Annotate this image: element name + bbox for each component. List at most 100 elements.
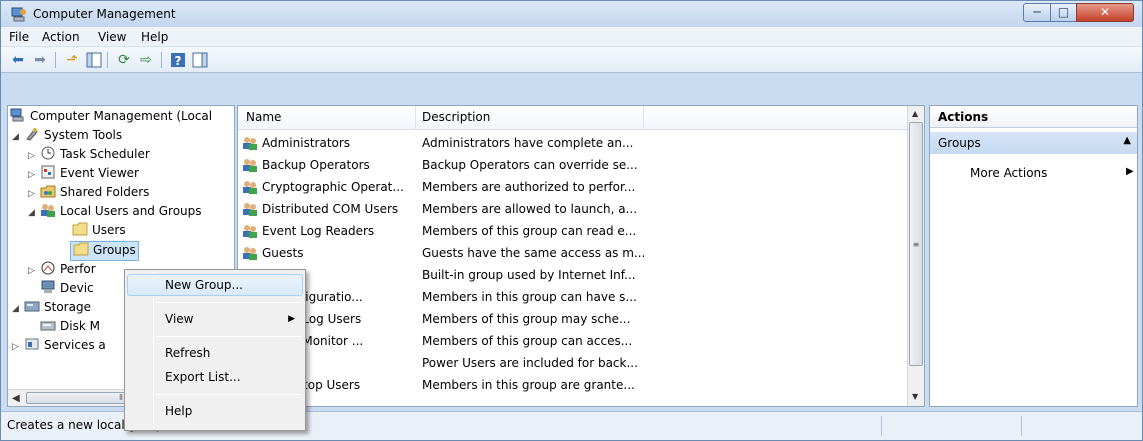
toolbar: ⬅ ➡ ⬏ ⟳ ⇨ ? (1, 47, 1142, 73)
device-manager-icon (41, 280, 55, 293)
maximize-icon: □ (1057, 5, 1070, 19)
services-icon (25, 338, 39, 350)
tree-item-performance[interactable]: ▷ Perfor (28, 261, 96, 281)
tree-item-shared-folders[interactable]: ▷ Shared Folders (28, 184, 149, 204)
group-icon (243, 225, 257, 238)
expand-arrow-icon[interactable]: ▷ (28, 186, 40, 202)
actions-section-label: Groups (938, 136, 981, 150)
toolbar-separator (107, 52, 108, 68)
shared-folders-icon (40, 185, 56, 198)
table-row[interactable]: RSBuilt-in group used by Internet Inf... (238, 265, 908, 285)
tree-item-system-tools[interactable]: ◢ System Tools (12, 127, 122, 147)
table-row[interactable]: rk Configuratio... Members in this group … (238, 287, 908, 307)
table-row[interactable]: nance Monitor ... Members of this group c… (238, 331, 908, 351)
scroll-left-arrow-icon[interactable]: ◀ (12, 393, 20, 404)
group-name: Cryptographic Operat... (262, 180, 404, 194)
group-description: Members of this group can acces... (422, 334, 633, 348)
column-header-description[interactable]: Description (422, 110, 490, 124)
table-row[interactable]: Cryptographic Operat... Members are autho… (238, 177, 908, 197)
scroll-thumb[interactable]: ≡ (909, 122, 923, 366)
table-row[interactable]: Guests Guests have the same access as m..… (238, 243, 908, 263)
menu-item-export-list[interactable]: Export List... (127, 366, 303, 388)
folder-icon (73, 242, 89, 256)
refresh-icon[interactable]: ⟳ (115, 51, 133, 69)
menu-file[interactable]: File (9, 30, 29, 44)
export-list-icon[interactable]: ⇨ (137, 51, 155, 69)
tree-item-services-and-applications[interactable]: ▷ Services a (12, 337, 106, 357)
system-tools-icon (26, 128, 38, 141)
list-vertical-scrollbar[interactable]: ▲ ≡ ▼ (907, 106, 924, 406)
actions-section-groups[interactable]: Groups ▲ (930, 132, 1137, 154)
scroll-down-arrow-icon[interactable]: ▼ (912, 392, 918, 401)
column-header-name[interactable]: Name (246, 110, 281, 124)
table-row[interactable]: Distributed COM Users Members are allowed… (238, 199, 908, 219)
group-description: Built-in group used by Internet Inf... (422, 268, 636, 282)
tree-item-local-users-and-groups[interactable]: ◢ Local Users and Groups (28, 203, 202, 223)
table-row[interactable]: UsersPower Users are included for back..… (238, 353, 908, 373)
expand-arrow-icon[interactable]: ▷ (28, 263, 40, 279)
submenu-arrow-icon: ▶ (1126, 166, 1134, 177)
table-row[interactable]: nance Log Users Members of this group may… (238, 309, 908, 329)
computer-management-app-icon (11, 7, 26, 22)
show-hide-action-pane-icon[interactable] (191, 51, 209, 69)
group-name: Administrators (262, 136, 351, 150)
group-description: Members in this group are grante... (422, 378, 635, 392)
tree-item-task-scheduler[interactable]: ▷ Task Scheduler (28, 146, 150, 166)
menu-item-help[interactable]: Help (127, 400, 303, 422)
table-row[interactable]: e Desktop Users Members in this group are… (238, 375, 908, 395)
group-icon (243, 247, 257, 260)
more-actions-link[interactable]: More Actions (970, 166, 1047, 180)
table-row[interactable]: Backup Operators Backup Operators can ove… (238, 155, 908, 175)
expand-arrow-icon[interactable]: ▷ (28, 167, 40, 183)
scroll-up-arrow-icon[interactable]: ▲ (912, 109, 918, 118)
group-description: Members of this group may sche... (422, 312, 631, 326)
tree-item-disk-management[interactable]: Disk M (40, 318, 100, 338)
tree-item-storage[interactable]: ◢ Storage (12, 299, 91, 319)
collapse-arrow-icon[interactable]: ◢ (12, 129, 24, 145)
window-title: Computer Management (33, 7, 176, 21)
collapse-up-icon[interactable]: ▲ (1123, 135, 1131, 146)
expand-arrow-icon[interactable]: ▷ (28, 148, 40, 164)
storage-icon (24, 301, 40, 312)
collapse-arrow-icon[interactable]: ◢ (12, 301, 24, 317)
group-icon (243, 159, 257, 172)
tree-item-event-viewer[interactable]: ▷ Event Viewer (28, 165, 139, 185)
help-icon[interactable]: ? (169, 51, 187, 69)
tree-item-groups[interactable]: Groups (70, 241, 139, 261)
computer-management-window: Computer Management ─ □ ✕ File Action Vi… (0, 0, 1143, 441)
status-divider (1021, 416, 1022, 436)
tree-item-device-manager[interactable]: Devic (40, 280, 94, 300)
group-icon (243, 181, 257, 194)
group-description: Guests have the same access as m... (422, 246, 646, 260)
table-row[interactable]: Administrators Administrators have comple… (238, 133, 908, 153)
group-description: Members are allowed to launch, a... (422, 202, 638, 216)
column-divider[interactable] (415, 106, 416, 130)
menu-item-new-group[interactable]: New Group... (127, 274, 303, 296)
group-icon (243, 137, 257, 150)
table-row[interactable]: Event Log Readers Members of this group c… (238, 221, 908, 241)
column-divider[interactable] (643, 106, 644, 130)
menu-separator (157, 302, 301, 303)
tree-item-users[interactable]: Users (72, 222, 126, 242)
actions-header: Actions (930, 106, 1137, 128)
menu-view[interactable]: View (98, 30, 126, 44)
group-description: Members in this group can have s... (422, 290, 637, 304)
menu-action[interactable]: Action (42, 30, 80, 44)
menu-item-refresh[interactable]: Refresh (127, 342, 303, 364)
menu-item-view[interactable]: View ▶ (127, 308, 303, 330)
forward-arrow-icon[interactable]: ➡ (31, 51, 49, 69)
tree-item-computer-management[interactable]: Computer Management (Local (10, 108, 212, 128)
group-name: Backup Operators (262, 158, 370, 172)
up-folder-icon[interactable]: ⬏ (63, 51, 81, 69)
collapse-arrow-icon[interactable]: ◢ (28, 205, 40, 221)
close-icon: ✕ (1099, 5, 1111, 19)
group-name: Distributed COM Users (262, 202, 399, 216)
groups-list[interactable]: Name Description Administrators Administr… (237, 105, 925, 407)
close-button[interactable]: ✕ (1076, 3, 1134, 22)
minimize-button[interactable]: ─ (1023, 3, 1051, 22)
maximize-button[interactable]: □ (1050, 3, 1077, 22)
expand-arrow-icon[interactable]: ▷ (12, 339, 24, 355)
show-hide-console-tree-icon[interactable] (85, 51, 103, 69)
back-arrow-icon[interactable]: ⬅ (9, 51, 27, 69)
menu-help[interactable]: Help (141, 30, 168, 44)
